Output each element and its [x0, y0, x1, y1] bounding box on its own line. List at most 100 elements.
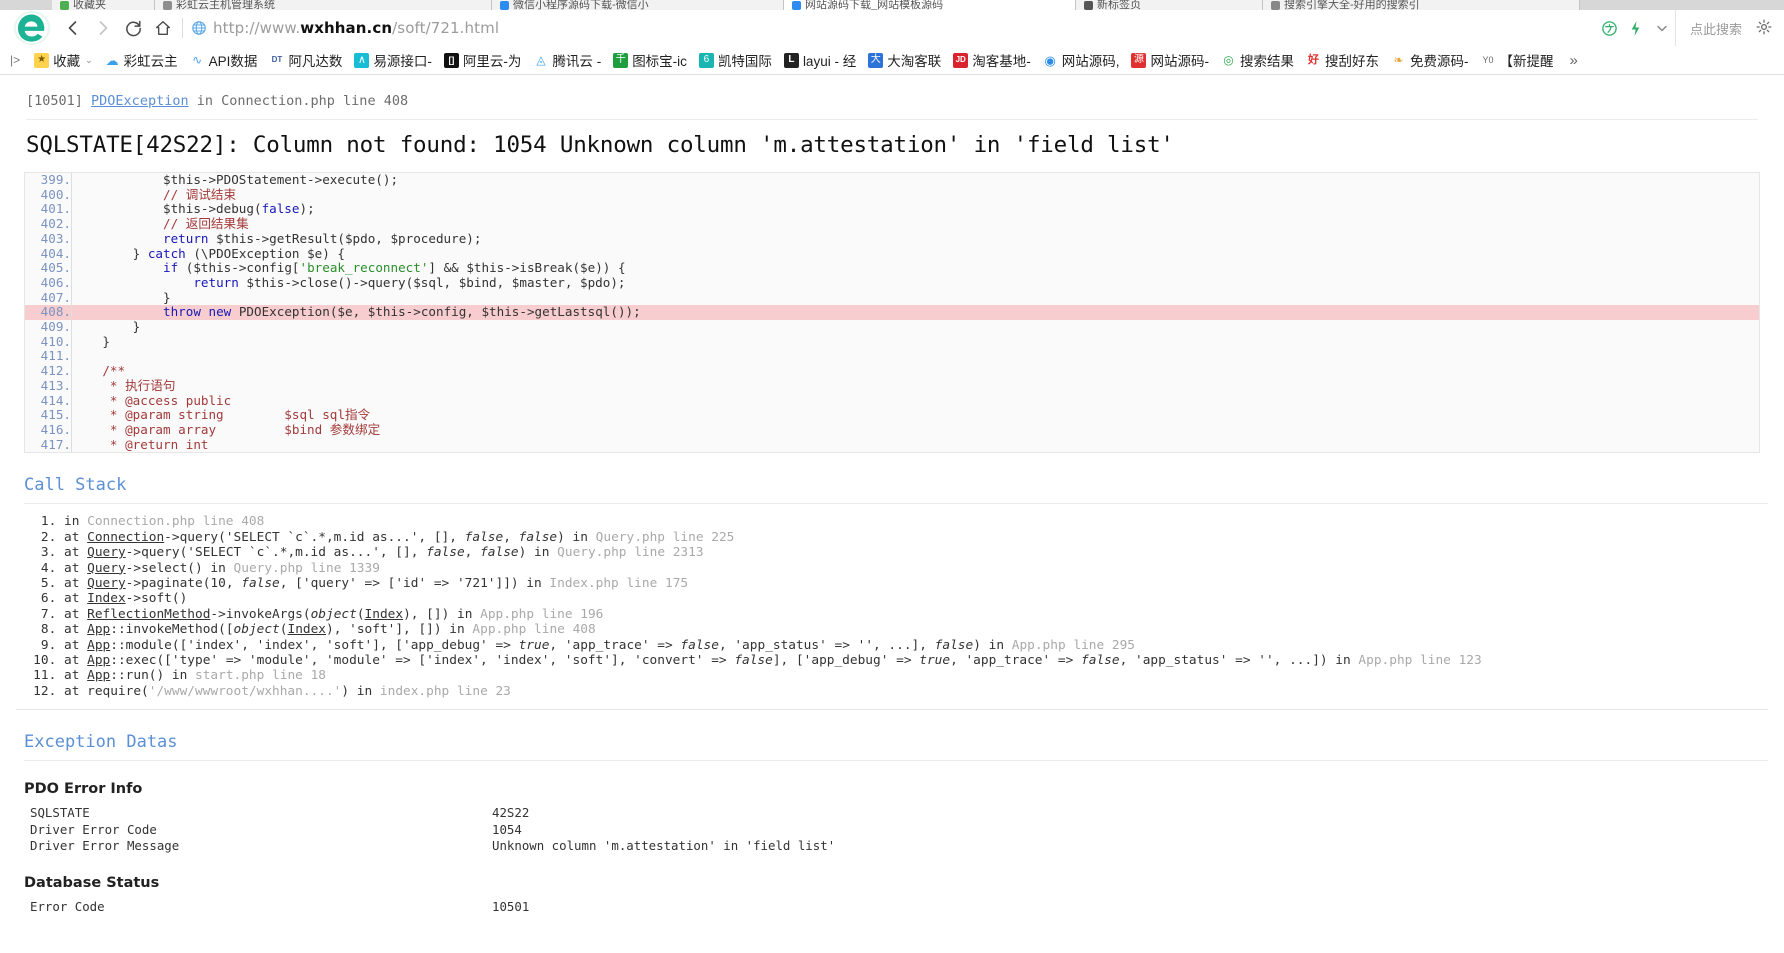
call-stack-item[interactable]: at Query->paginate(10, false, ['query' =… [64, 576, 1768, 591]
jd-icon: JD [953, 52, 969, 68]
bookmark-item[interactable]: 好 搜刮好东 [1300, 48, 1385, 72]
browser-tab[interactable]: 搜索引擎大全-好用的搜索引 [1263, 0, 1580, 10]
table-row: Driver Error Message Unknown column 'm.at… [24, 838, 835, 855]
bookmark-label: 网站源码, [1061, 54, 1120, 69]
bookmark-item[interactable]: ∧ 易源接口- [348, 48, 438, 72]
line-content: } catch (\PDOException $e) { [72, 245, 345, 261]
bookmark-label: 彩虹云主 [123, 54, 178, 69]
forward-button[interactable] [88, 13, 118, 43]
source-code-line: 411. [25, 349, 1760, 365]
call-stack-class-link[interactable]: Query [87, 561, 126, 576]
chevron-down-icon[interactable]: ⌄ [85, 55, 93, 66]
bookmark-item[interactable]: L layui - 经 [778, 48, 862, 72]
data-key: Error Code [30, 899, 105, 915]
bookmark-item[interactable]: DT 阿凡达数 [263, 48, 348, 72]
exception-class-link[interactable]: PDOException [91, 93, 189, 109]
settings-icon[interactable] [1756, 19, 1772, 38]
reload-button[interactable] [118, 13, 148, 43]
cloud-icon: ☁ [104, 52, 120, 68]
url-path: /soft/721.html [392, 19, 500, 37]
bookmark-item[interactable]: ◬ 腾讯云 - [527, 48, 607, 72]
line-content: // 返回结果集 [72, 216, 249, 232]
call-stack-heading: Call Stack [24, 475, 1768, 505]
bookmark-item[interactable]: 6 凯特国际 [693, 48, 778, 72]
bookmark-item[interactable]: ◉ 网站源码, [1037, 48, 1126, 72]
source-code-line: 408. throw new PDOException($e, $this->c… [25, 304, 1759, 321]
line-number: 405. [25, 261, 72, 276]
call-stack-class-link[interactable]: Index [287, 622, 326, 637]
blue-square-icon: 大 [868, 52, 884, 68]
line-content: return $this->close()->query($sql, $bind… [193, 274, 626, 290]
call-stack-item[interactable]: at Connection->query('SELECT `c`.*,m.id … [64, 530, 1768, 545]
chevron-down-icon[interactable] [1649, 13, 1675, 43]
call-stack-item[interactable]: at Index->soft() [64, 591, 1768, 606]
line-number: 410. [25, 334, 72, 350]
line-number: 403. [25, 231, 72, 247]
call-stack-class-link[interactable]: Query [87, 545, 126, 560]
call-stack-item[interactable]: at Query->query('SELECT `c`.*,m.id as...… [64, 545, 1768, 560]
bookmarks-bar[interactable]: |> ★ 收藏 ⌄ ☁ 彩虹云主 ∿ API数据 DT 阿凡达数 ∧ 易源接口-… [0, 46, 1784, 75]
call-stack-item[interactable]: at App::run() in start.php line 18 [64, 668, 1768, 683]
tab-strip[interactable]: 收藏夹 彩虹云主机管理系统 微信小程序源码下载-微信小 网站源码下载_网站模板源… [0, 0, 1784, 10]
line-content [72, 349, 1760, 364]
bookmark-label: 淘客基地- [972, 54, 1031, 69]
source-code-line: 403. return $this->getResult($pdo, $proc… [25, 231, 1759, 247]
call-stack-item[interactable]: at Query->select() in Query.php line 133… [64, 561, 1768, 576]
line-number: 413. [25, 378, 72, 394]
tab-favicon-icon [792, 0, 801, 10]
call-stack-item[interactable]: at ReflectionMethod->invokeArgs(object(I… [64, 607, 1768, 622]
call-stack-item[interactable]: in Connection.php line 408 [64, 514, 1768, 529]
back-button[interactable] [58, 13, 88, 43]
data-key: SQLSTATE [30, 805, 90, 821]
bookmark-item[interactable]: 大 大淘客联 [862, 48, 947, 72]
call-stack-class-link[interactable]: ReflectionMethod [87, 607, 210, 622]
bookmark-item[interactable]: 源 网站源码- [1125, 48, 1215, 72]
bookmarks-overflow-button[interactable]: » [1559, 52, 1587, 69]
call-stack-class-link[interactable]: App [87, 668, 110, 683]
call-stack-class-link[interactable]: App [87, 622, 110, 637]
bookmark-label: 易源接口- [373, 54, 432, 69]
call-stack-class-link[interactable]: Query [87, 576, 126, 591]
bookmark-item[interactable]: ◎ 搜索结果 [1215, 48, 1300, 72]
home-button[interactable] [148, 13, 178, 43]
line-number: 399. [25, 172, 72, 188]
exception-message: SQLSTATE[42S22]: Column not found: 1054 … [26, 132, 1174, 158]
tab-title: 彩虹云主机管理系统 [176, 0, 275, 10]
table-row: Error Code 10501 [24, 899, 529, 916]
bookmark-item[interactable]: Y0 【新提醒 [1474, 48, 1559, 72]
search-input[interactable]: 点此搜索 [1674, 10, 1756, 46]
browser-tab[interactable]: 微信小程序源码下载-微信小 [492, 0, 784, 10]
browser-tab[interactable]: 新标签页 [1076, 0, 1263, 10]
bookmark-item[interactable]: [] 阿里云-为 [438, 48, 528, 72]
call-stack-item[interactable]: at App::invokeMethod([object(Index), 'so… [64, 622, 1768, 637]
tab-title: 收藏夹 [73, 0, 106, 10]
bookmark-item[interactable]: ❧ 免费源码- [1385, 48, 1475, 72]
lightning-icon[interactable] [1623, 13, 1649, 43]
bookmark-item[interactable]: ☁ 彩虹云主 [99, 48, 184, 72]
bookmark-item[interactable]: 千 图标宝-ic [607, 48, 693, 72]
line-number: 400. [25, 187, 72, 203]
address-bar[interactable]: http://www.wxhhan.cn/soft/721.html [191, 13, 1597, 43]
source-code-line: 413. * 执行语句 [25, 378, 1759, 394]
bracket-icon: [] [443, 52, 459, 68]
browser-tab-active[interactable]: 网站源码下载_网站模板源码 [784, 0, 1076, 10]
bookmark-item-favorites[interactable]: ★ 收藏 ⌄ [28, 48, 99, 72]
bookmarks-toggle[interactable]: |> [4, 53, 28, 67]
call-stack-item[interactable]: at App::exec(['type' => 'module', 'modul… [64, 653, 1768, 668]
translate-icon[interactable] [1597, 13, 1623, 43]
bookmark-item[interactable]: JD 淘客基地- [947, 48, 1037, 72]
call-stack-class-link[interactable]: Index [87, 591, 126, 606]
source-code-line: 405. if ($this->config['break_reconnect'… [25, 260, 1759, 276]
browser-tab[interactable]: 彩虹云主机管理系统 [155, 0, 492, 10]
dt-icon: DT [269, 52, 285, 68]
window-controls [1756, 19, 1778, 38]
call-stack-item[interactable]: at App::module(['index', 'index', 'soft'… [64, 638, 1768, 653]
call-stack-class-link[interactable]: Index [365, 607, 404, 622]
bookmark-item[interactable]: ∿ API数据 [184, 48, 264, 72]
call-stack-class-link[interactable]: App [87, 638, 110, 653]
call-stack-item[interactable]: at require('/www/wwwroot/wxhhan....') in… [64, 684, 1768, 699]
call-stack-class-link[interactable]: App [87, 653, 110, 668]
table-row: SQLSTATE 42S22 [24, 805, 835, 822]
call-stack-class-link[interactable]: Connection [87, 530, 164, 545]
browser-tab[interactable]: 收藏夹 [52, 0, 155, 10]
